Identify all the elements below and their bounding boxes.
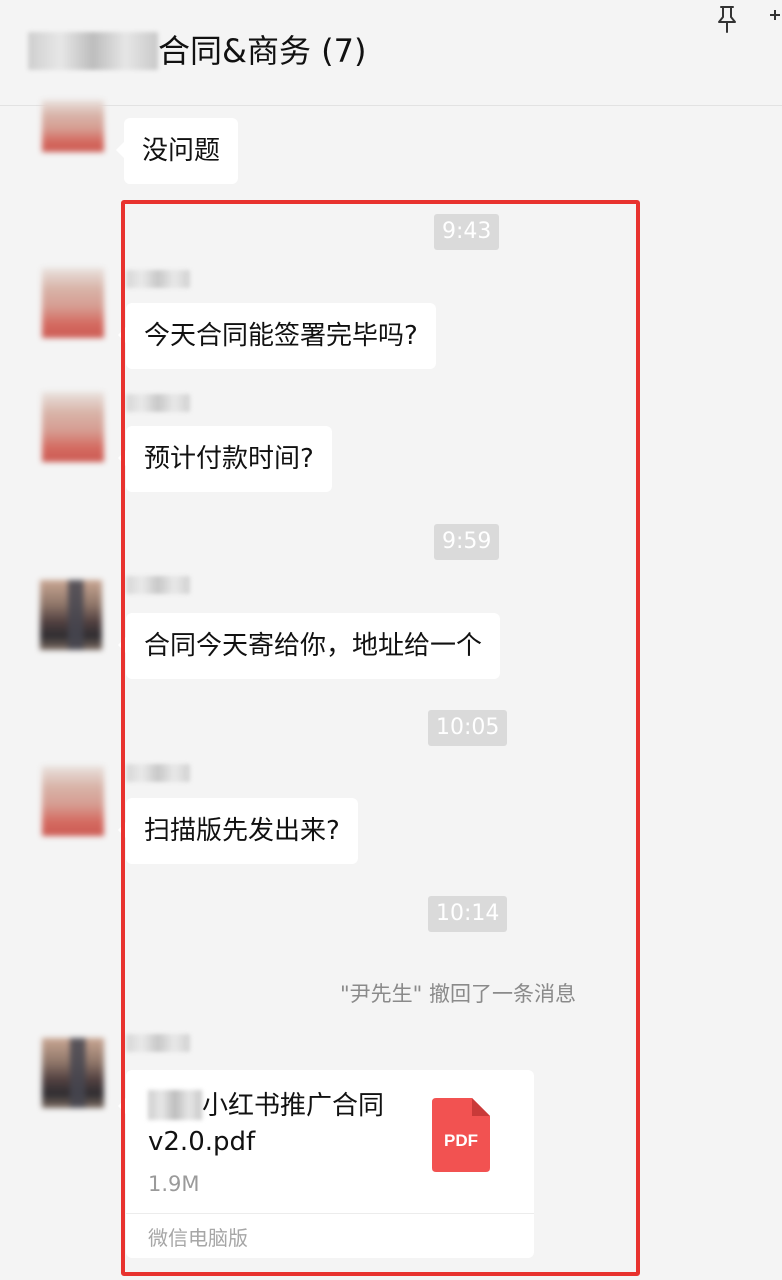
chat-title: 合同&商务 (7) — [158, 32, 367, 70]
chat-header: 合同&商务 (7) — [0, 0, 782, 106]
redacted-file-name-prefix — [148, 1090, 202, 1120]
divider — [126, 1213, 534, 1214]
avatar[interactable] — [42, 268, 104, 338]
redacted-group-name-prefix — [28, 32, 158, 70]
avatar[interactable] — [42, 766, 104, 836]
redacted-sender-name — [126, 270, 190, 288]
message-bubble[interactable]: 扫描版先发出来? — [118, 798, 358, 864]
file-message-card[interactable]: 小红书推广合同 v2.0.pdf 1.9M PDF 微信电脑版 — [118, 1070, 534, 1258]
message-bubble[interactable]: 合同今天寄给你，地址给一个 — [117, 613, 501, 679]
avatar[interactable] — [40, 580, 102, 650]
avatar[interactable] — [42, 392, 104, 462]
redacted-sender-name — [126, 1034, 190, 1052]
file-source-label: 微信电脑版 — [148, 1226, 248, 1250]
recall-notice: "尹先生" 撤回了一条消息 — [340, 982, 576, 1006]
avatar[interactable] — [42, 1038, 104, 1108]
timestamp: 10:05 — [428, 710, 508, 746]
timestamp: 10:14 — [428, 896, 508, 932]
pdf-file-icon: PDF — [432, 1098, 490, 1172]
redacted-sender-name — [126, 576, 190, 594]
more-icon[interactable] — [768, 8, 782, 22]
message-bubble[interactable]: 没问题 — [115, 118, 239, 184]
file-size: 1.9M — [148, 1172, 200, 1196]
redacted-sender-name — [126, 394, 190, 412]
message-bubble[interactable]: 预计付款时间? — [118, 426, 332, 492]
pdf-label: PDF — [444, 1131, 478, 1150]
timestamp: 9:43 — [434, 214, 500, 250]
file-name: 小红书推广合同 — [202, 1091, 385, 1121]
message-bubble[interactable]: 今天合同能签署完毕吗? — [118, 303, 436, 369]
pin-icon[interactable] — [714, 4, 740, 34]
redacted-sender-name — [126, 764, 190, 782]
avatar[interactable] — [42, 100, 104, 152]
file-name-extension: v2.0.pdf — [148, 1127, 256, 1157]
timestamp: 9:59 — [434, 524, 500, 560]
